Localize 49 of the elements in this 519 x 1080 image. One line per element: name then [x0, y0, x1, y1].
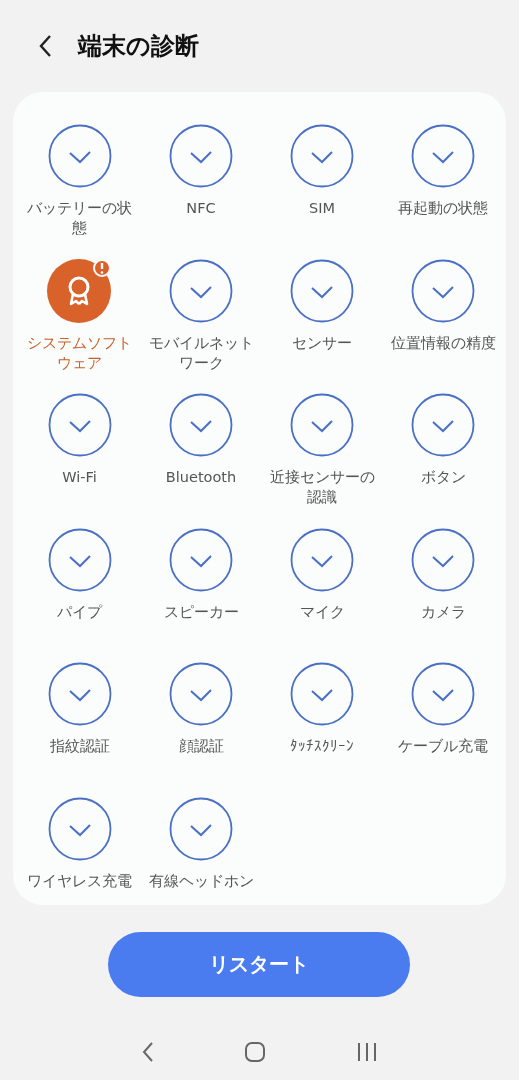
award-warning-icon[interactable]	[46, 258, 113, 323]
check-circle-icon[interactable]	[47, 124, 112, 188]
check-circle-icon[interactable]	[411, 393, 475, 457]
check-circle-icon[interactable]	[47, 527, 112, 592]
test-label: モバイルネットワーク	[147, 333, 255, 373]
check-circle-icon[interactable]	[47, 393, 112, 457]
check-circle-icon[interactable]	[47, 662, 112, 726]
check-circle-icon[interactable]	[290, 124, 354, 188]
check-circle-icon[interactable]	[290, 258, 354, 323]
check-circle-icon[interactable]	[290, 393, 354, 457]
check-circle-icon[interactable]	[411, 662, 475, 726]
test-label: Bluetooth	[164, 468, 238, 487]
check-circle-icon[interactable]	[290, 662, 354, 726]
test-label: 顔認証	[177, 737, 225, 756]
test-label: SIM	[308, 199, 336, 218]
test-label: 位置情報の精度	[389, 333, 497, 353]
check-circle-icon[interactable]	[290, 527, 354, 592]
recent-apps-icon[interactable]	[357, 1042, 378, 1062]
test-label: 指紋認証	[48, 737, 111, 756]
test-label: 再起動の状態	[397, 199, 489, 218]
check-circle-icon[interactable]	[169, 527, 233, 592]
test-label: Wi-Fi	[61, 468, 98, 487]
test-label: カメラ	[419, 602, 467, 622]
test-label: 近接センサーの認識	[268, 468, 376, 507]
back-icon[interactable]	[38, 34, 52, 58]
test-label: ケーブル充電	[397, 737, 489, 756]
check-circle-icon[interactable]	[411, 124, 475, 188]
check-circle-icon[interactable]	[411, 258, 475, 323]
test-label: ﾀｯﾁｽｸﾘｰﾝ	[289, 737, 355, 756]
check-circle-icon[interactable]	[169, 393, 233, 457]
test-label: パイプ	[56, 602, 104, 622]
test-label: スピーカー	[162, 602, 240, 622]
check-circle-icon[interactable]	[169, 124, 233, 188]
test-label: ワイヤレス充電	[26, 871, 133, 891]
home-icon[interactable]	[245, 1042, 266, 1062]
test-label: 有線ヘッドホン	[147, 871, 255, 891]
test-label: マイク	[298, 602, 346, 622]
restart-button[interactable]: リスタート	[107, 932, 410, 997]
check-circle-icon[interactable]	[411, 527, 475, 592]
check-circle-icon[interactable]	[169, 258, 233, 323]
test-label: ボタン	[419, 468, 467, 487]
test-label: バッテリーの状態	[26, 199, 133, 238]
test-label: システムソフトウェア	[26, 333, 133, 373]
page-title: 端末の診断	[78, 31, 199, 62]
check-circle-icon[interactable]	[47, 796, 112, 861]
test-label: NFC	[185, 199, 217, 218]
test-label: センサー	[291, 333, 353, 353]
check-circle-icon[interactable]	[169, 662, 233, 726]
check-circle-icon[interactable]	[169, 796, 233, 861]
